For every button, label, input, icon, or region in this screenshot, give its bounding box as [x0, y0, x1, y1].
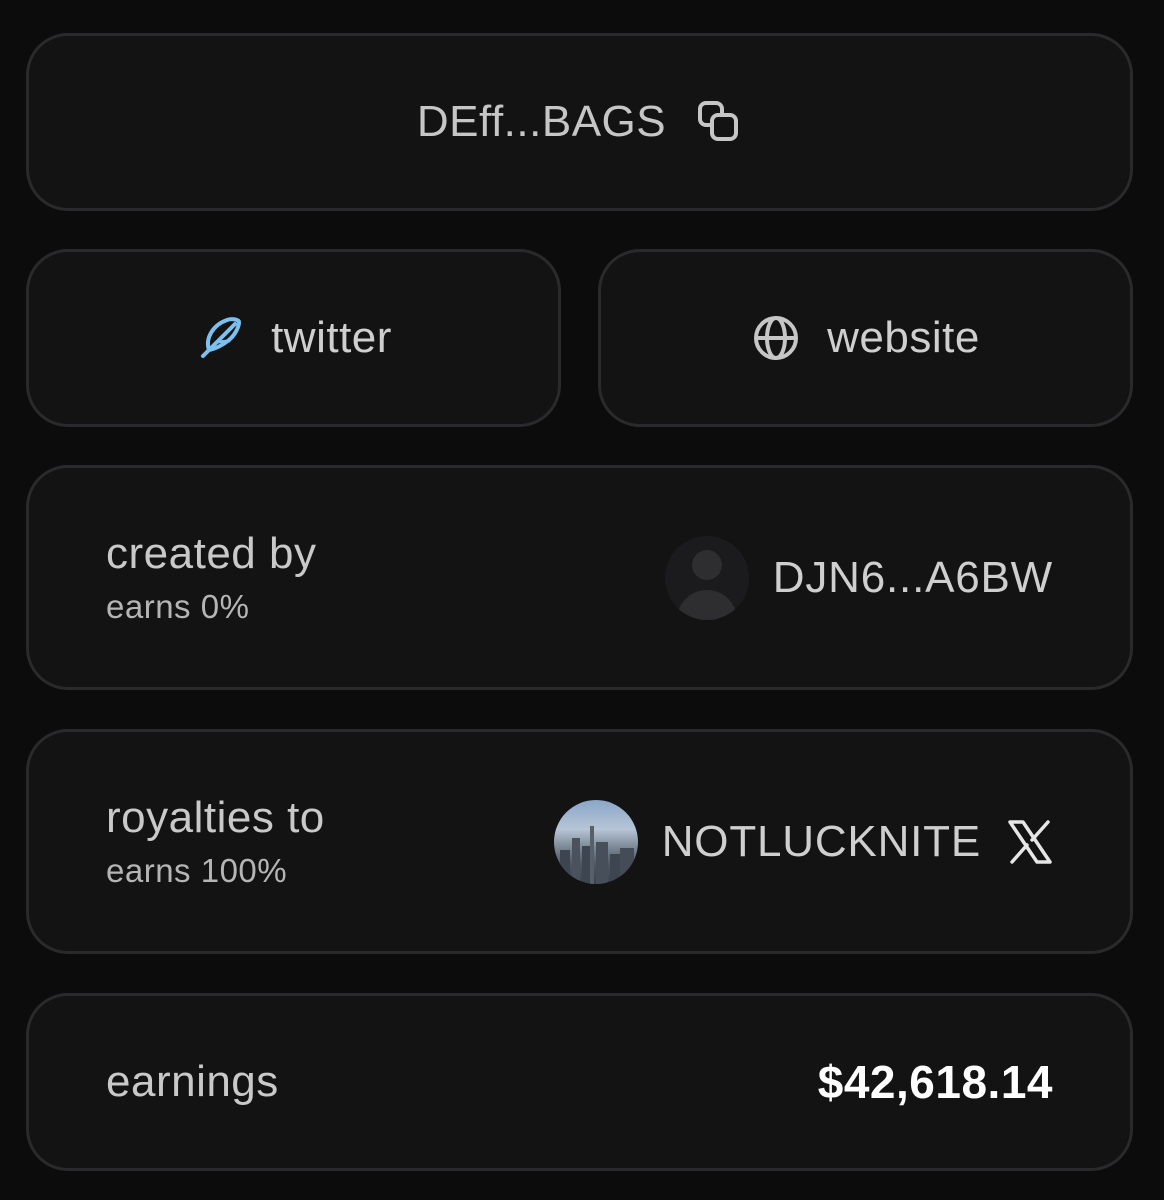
earnings-value: $42,618.14 [817, 1056, 1053, 1108]
creator-earns: earns 0% [106, 587, 250, 625]
x-logo-icon[interactable] [1007, 819, 1053, 865]
creator-account[interactable]: DJN6...A6BW [664, 535, 1053, 620]
globe-icon [751, 313, 801, 363]
royalties-avatar [553, 799, 638, 884]
twitter-label: twitter [271, 313, 392, 362]
copy-icon[interactable] [696, 99, 742, 145]
feather-icon [195, 313, 245, 363]
creator-avatar [664, 535, 749, 620]
website-label: website [827, 313, 980, 362]
royalties-account[interactable]: NOTLUCKNITE [553, 799, 1053, 884]
creator-title: created by [106, 529, 317, 579]
royalties-card: royalties to earns 100% NOTLUCKNITE [26, 729, 1133, 954]
earnings-card: earnings $42,618.14 [26, 993, 1133, 1171]
token-address-card[interactable]: DEff...BAGS [26, 33, 1133, 211]
creator-account-name: DJN6...A6BW [772, 552, 1053, 602]
earnings-label: earnings [106, 1056, 279, 1106]
royalties-title: royalties to [106, 793, 325, 843]
website-button[interactable]: website [598, 249, 1133, 427]
royalties-account-name: NOTLUCKNITE [661, 816, 981, 866]
creator-card: created by earns 0% DJN6...A6BW [26, 465, 1133, 690]
token-address: DEff...BAGS [416, 97, 667, 146]
royalties-earns: earns 100% [106, 851, 288, 889]
twitter-button[interactable]: twitter [26, 249, 561, 427]
